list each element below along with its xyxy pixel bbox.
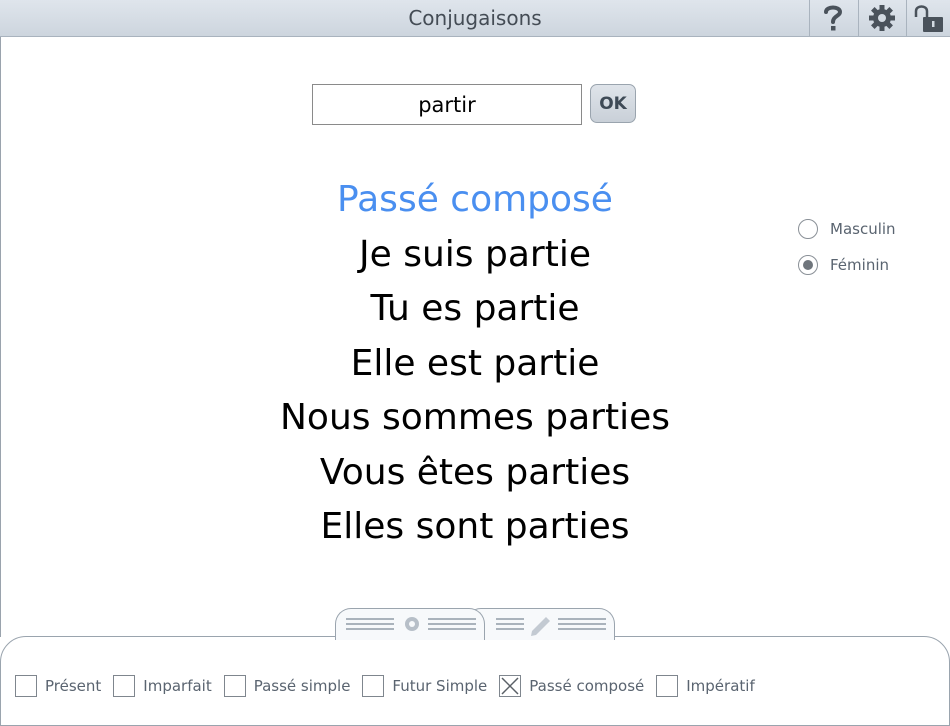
checkbox-passe-simple[interactable]: Passé simple	[223, 675, 351, 697]
conjugation-line: Tu es partie	[370, 288, 580, 329]
radio-button[interactable]	[798, 219, 818, 239]
checkbox-passe-compose[interactable]: Passé composé	[499, 675, 644, 697]
conjugation-line: Nous sommes parties	[280, 397, 670, 438]
checkbox-label: Passé simple	[253, 677, 351, 695]
gear-icon	[405, 617, 419, 631]
conjugation-line: Elle est partie	[350, 343, 600, 384]
conjugation-line: Vous êtes parties	[319, 452, 631, 493]
checkbox-imperatif[interactable]: Impératif	[656, 675, 755, 697]
frame-border	[0, 37, 1, 637]
conjugation-line: Je suis partie	[359, 234, 591, 275]
checkbox[interactable]	[656, 675, 679, 697]
pencil-icon	[531, 617, 550, 636]
checkbox[interactable]	[113, 675, 136, 697]
radio-button[interactable]	[798, 255, 818, 275]
checkbox-imparfait[interactable]: Imparfait	[113, 675, 212, 697]
checkbox-label: Présent	[45, 677, 102, 695]
settings-button[interactable]	[858, 0, 904, 36]
checkbox[interactable]	[362, 675, 385, 697]
radio-label: Féminin	[830, 256, 889, 274]
tense-checkbox-row: Présent Imparfait Passé simple Futur Sim…	[15, 674, 767, 698]
checkbox-label: Futur Simple	[392, 677, 488, 695]
radio-option-masculin[interactable]: Masculin	[798, 219, 896, 239]
conjugation-line: Elles sont parties	[320, 506, 630, 547]
tab-edit[interactable]	[465, 608, 615, 640]
question-mark-icon	[823, 5, 842, 31]
checkbox-label: Imparfait	[143, 677, 212, 695]
help-button[interactable]	[809, 0, 855, 36]
checkbox-futur-simple[interactable]: Futur Simple	[362, 675, 487, 697]
checkbox-label: Impératif	[686, 677, 755, 695]
radio-option-feminin[interactable]: Féminin	[798, 255, 889, 275]
lock-button[interactable]	[906, 0, 950, 36]
unlock-icon	[914, 5, 943, 32]
app-title: Conjugaisons	[408, 6, 542, 30]
tab-settings[interactable]	[335, 608, 485, 640]
checkbox[interactable]	[223, 675, 246, 697]
verb-input[interactable]	[312, 84, 582, 125]
ok-button[interactable]: OK	[590, 84, 636, 123]
title-bar: Conjugaisons	[0, 0, 950, 37]
radio-label: Masculin	[830, 220, 896, 238]
checkbox-label: Passé composé	[529, 677, 645, 695]
tense-title: Passé composé	[337, 179, 613, 220]
checkbox-present[interactable]: Présent	[15, 675, 101, 697]
check-x-icon	[501, 677, 519, 695]
checkbox-checked[interactable]	[499, 675, 522, 697]
gear-icon	[868, 5, 895, 31]
checkbox[interactable]	[15, 675, 37, 697]
